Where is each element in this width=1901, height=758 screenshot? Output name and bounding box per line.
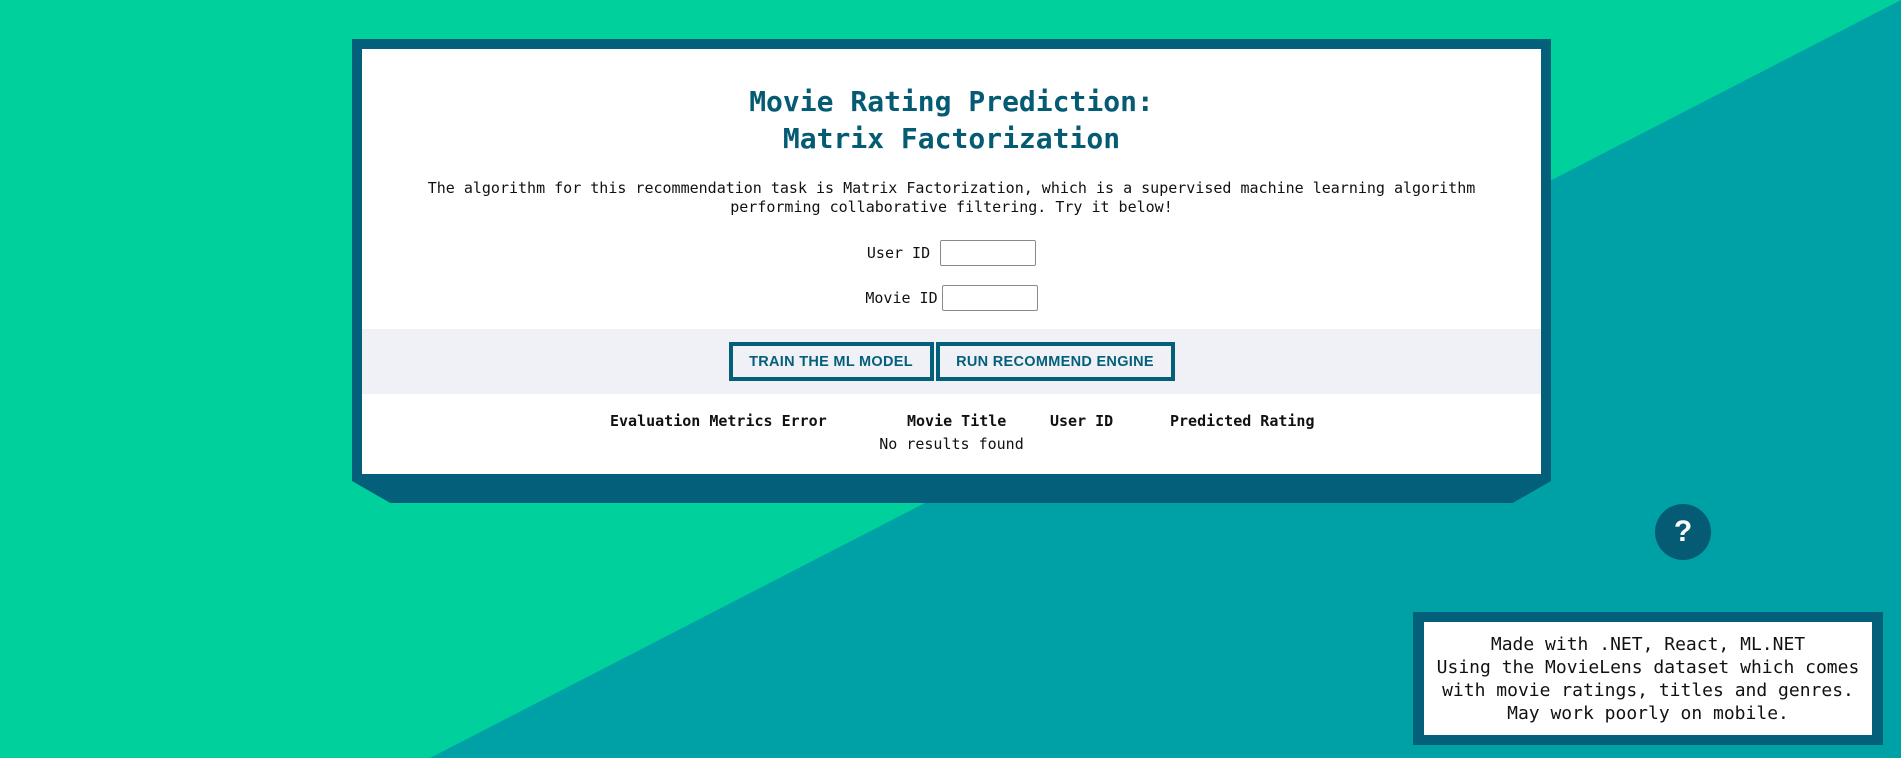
main-card-base bbox=[352, 481, 1551, 503]
page-title-line-2: Matrix Factorization bbox=[782, 122, 1121, 155]
footer-line: May work poorly on mobile. bbox=[1507, 702, 1789, 724]
movie-id-input[interactable] bbox=[941, 285, 1038, 311]
column-header-user-id: User ID bbox=[1050, 412, 1114, 430]
footer-line: with movie ratings, titles and genres. bbox=[1442, 679, 1854, 701]
footer-line: Using the MovieLens dataset which comes bbox=[1436, 656, 1860, 678]
main-card: Movie Rating Prediction: Matrix Factoriz… bbox=[362, 49, 1541, 474]
page-title: Movie Rating Prediction: Matrix Factoriz… bbox=[362, 83, 1541, 157]
movie-id-label: Movie ID bbox=[865, 289, 938, 307]
help-button[interactable]: ? bbox=[1655, 504, 1711, 560]
question-mark-icon: ? bbox=[1673, 515, 1693, 548]
run-recommend-engine-button[interactable]: RUN RECOMMEND ENGINE bbox=[935, 342, 1175, 381]
user-id-row: User ID bbox=[362, 238, 1541, 268]
column-header-evaluation-metrics-error: Evaluation Metrics Error bbox=[610, 412, 827, 430]
description-text: The algorithm for this recommendation ta… bbox=[427, 179, 1476, 216]
user-id-label: User ID bbox=[866, 244, 931, 262]
column-header-movie-title: Movie Title bbox=[907, 412, 1007, 430]
empty-results-text: No results found bbox=[879, 435, 1024, 453]
page-title-line-1: Movie Rating Prediction: bbox=[749, 85, 1154, 118]
train-model-button[interactable]: TRAIN THE ML MODEL bbox=[728, 342, 934, 381]
footer-line: Made with .NET, React, ML.NET bbox=[1490, 633, 1806, 655]
user-id-input[interactable] bbox=[940, 240, 1037, 266]
column-header-predicted-rating: Predicted Rating bbox=[1170, 412, 1315, 430]
button-bar: TRAIN THE ML MODEL RUN RECOMMEND ENGINE bbox=[362, 329, 1541, 394]
movie-id-row: Movie ID bbox=[362, 283, 1541, 313]
footer-info: Made with .NET, React, ML.NET Using the … bbox=[1424, 622, 1872, 735]
